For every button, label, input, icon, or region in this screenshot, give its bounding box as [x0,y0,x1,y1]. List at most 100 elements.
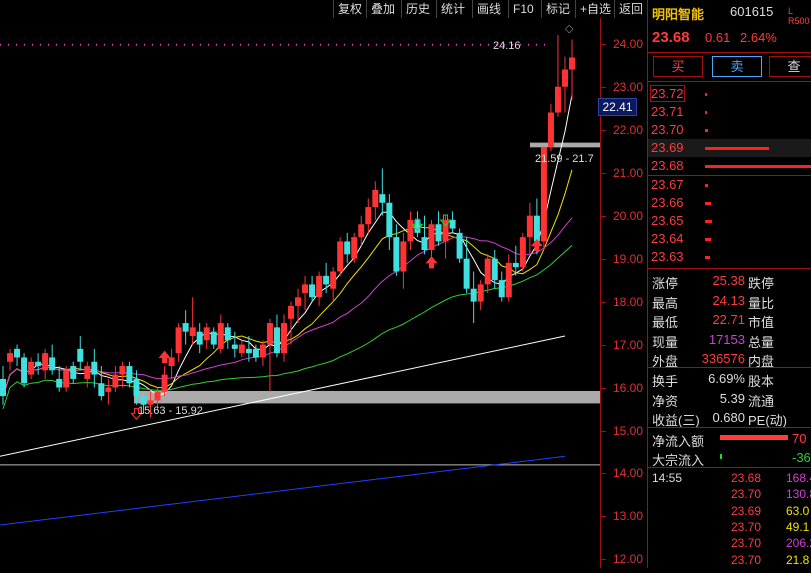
diamond-icon[interactable]: ◇ [565,22,573,35]
trade-row: 23.70 206.2 [648,535,811,552]
range-band-lower [134,390,600,404]
stat-value: 0.680 [712,410,745,425]
stat-row: 最高 24.13 量比 [648,291,811,311]
candle-body [14,348,21,358]
toolbar-back-button[interactable]: 返回 [614,0,647,18]
price-tick: 24.00 [613,36,644,51]
order-volume-bar [705,183,709,187]
candle-body [407,219,414,242]
divider [648,467,811,468]
stat-value: 6.69% [708,371,745,386]
signal-arrow [158,350,171,363]
toolbar-overlay-button[interactable]: 叠加 [366,0,399,18]
candle-body [295,297,302,306]
flow-row: 大宗流入 -36 [648,448,811,468]
stat-label: 最高 [652,295,679,311]
candle-body [288,305,295,319]
stat-label: 涨停 [652,276,679,291]
order-book-row[interactable]: 23.65 [648,212,811,230]
candle-body [358,224,365,238]
candle-body [231,344,238,349]
order-volume-bar [705,165,811,169]
order-book-row[interactable]: 23.70 [648,121,811,139]
stat-value: 17153 [708,331,745,347]
candle-body [70,366,77,379]
toolbar-history-button[interactable]: 历史 [401,0,434,18]
range-label-upper: 21.59 - 21.7 [535,153,594,165]
candle-body [224,327,231,341]
price-tick: 22.00 [613,122,644,137]
price-tick: 14.00 [613,466,644,481]
current-price: 23.68 [652,29,690,46]
toolbar-add-watchlist-button[interactable]: +自选 [575,0,615,18]
candle-body [189,327,196,336]
price-tick: 20.00 [613,208,644,223]
candle-body [393,237,400,272]
toolbar-draw-button[interactable]: 画线 [472,0,505,18]
order-book-row[interactable]: 23.63 [648,248,811,266]
order-book-row[interactable]: 23.68 [648,157,811,177]
candle-body [35,361,42,367]
sell-button[interactable]: 卖 [712,56,762,77]
signal-arrow [530,238,543,252]
candle-body [400,241,407,272]
candle-body [344,241,351,255]
stock-code: 601615 [730,4,774,19]
chart-toolbar: 复权 叠加 历史 统计 画线 F10 标记 +自选 返回 [0,0,648,18]
stock-name: 明阳智能 [652,7,705,22]
candle-body [21,357,28,384]
stat-row: 现量 17153 总量 [648,330,811,350]
price-tick-mark [601,473,606,475]
divider [648,268,811,269]
order-volume-bar [705,219,713,223]
price-tick-mark [601,516,606,518]
candle-body [77,348,84,362]
price-tick-mark [601,172,606,174]
candle-body [386,202,393,238]
candle-body [351,237,358,259]
flow-row: 净流入额 70 [648,429,811,449]
price-tick-mark [601,215,606,217]
order-volume-bar [705,129,709,133]
buy-button[interactable]: 买 [653,56,703,77]
order-book-row[interactable]: 23.71 [648,103,811,121]
divider [648,427,811,428]
toolbar-stats-button[interactable]: 统计 [436,0,469,18]
order-book-row[interactable]: 23.67 [648,176,811,194]
toolbar-f10-button[interactable]: F10 [508,0,538,18]
candle-body [561,69,568,87]
stat-label-2: 总量 [748,334,775,350]
price-tick: 21.00 [613,165,644,180]
order-book-row[interactable]: 23.72 [648,85,811,103]
candle-body [0,378,6,397]
toolbar-adjust-button[interactable]: 复权 [333,0,366,18]
price-tick: 13.00 [613,509,644,524]
candle-body [547,112,554,147]
trade-price: 23.70 [731,519,762,534]
candle-body [505,262,512,298]
trade-row: 23.70 21.8 [648,552,811,569]
candlestick-chart[interactable]: 24.16 ◇ 21.59 - 21.7 15.63 - 15.92 [0,18,600,568]
order-price: 23.68 [651,158,684,174]
candle-body [168,357,175,367]
order-book-row[interactable]: 23.64 [648,230,811,248]
query-button[interactable]: 查 [769,56,811,77]
price-change: 0.61 [705,30,731,45]
price-tick: 12.00 [613,552,644,567]
high-price-label: 24.16 [493,40,521,52]
trade-volume: 63.0 [786,503,810,518]
order-book-row[interactable]: 23.69 [648,139,811,158]
divider [648,52,811,53]
trade-price: 23.70 [731,552,762,567]
order-volume-bar [705,255,711,259]
toolbar-mark-button[interactable]: 标记 [541,0,574,18]
candle-body [56,378,63,388]
candle-body [7,353,14,362]
flow-value: 70 [792,431,807,446]
candle-body [98,383,105,397]
stat-label-2: 跌停 [748,276,775,291]
candle-body [154,391,161,401]
stat-label: 净资 [652,393,679,409]
candle-body [259,344,266,358]
order-book-row[interactable]: 23.66 [648,194,811,212]
